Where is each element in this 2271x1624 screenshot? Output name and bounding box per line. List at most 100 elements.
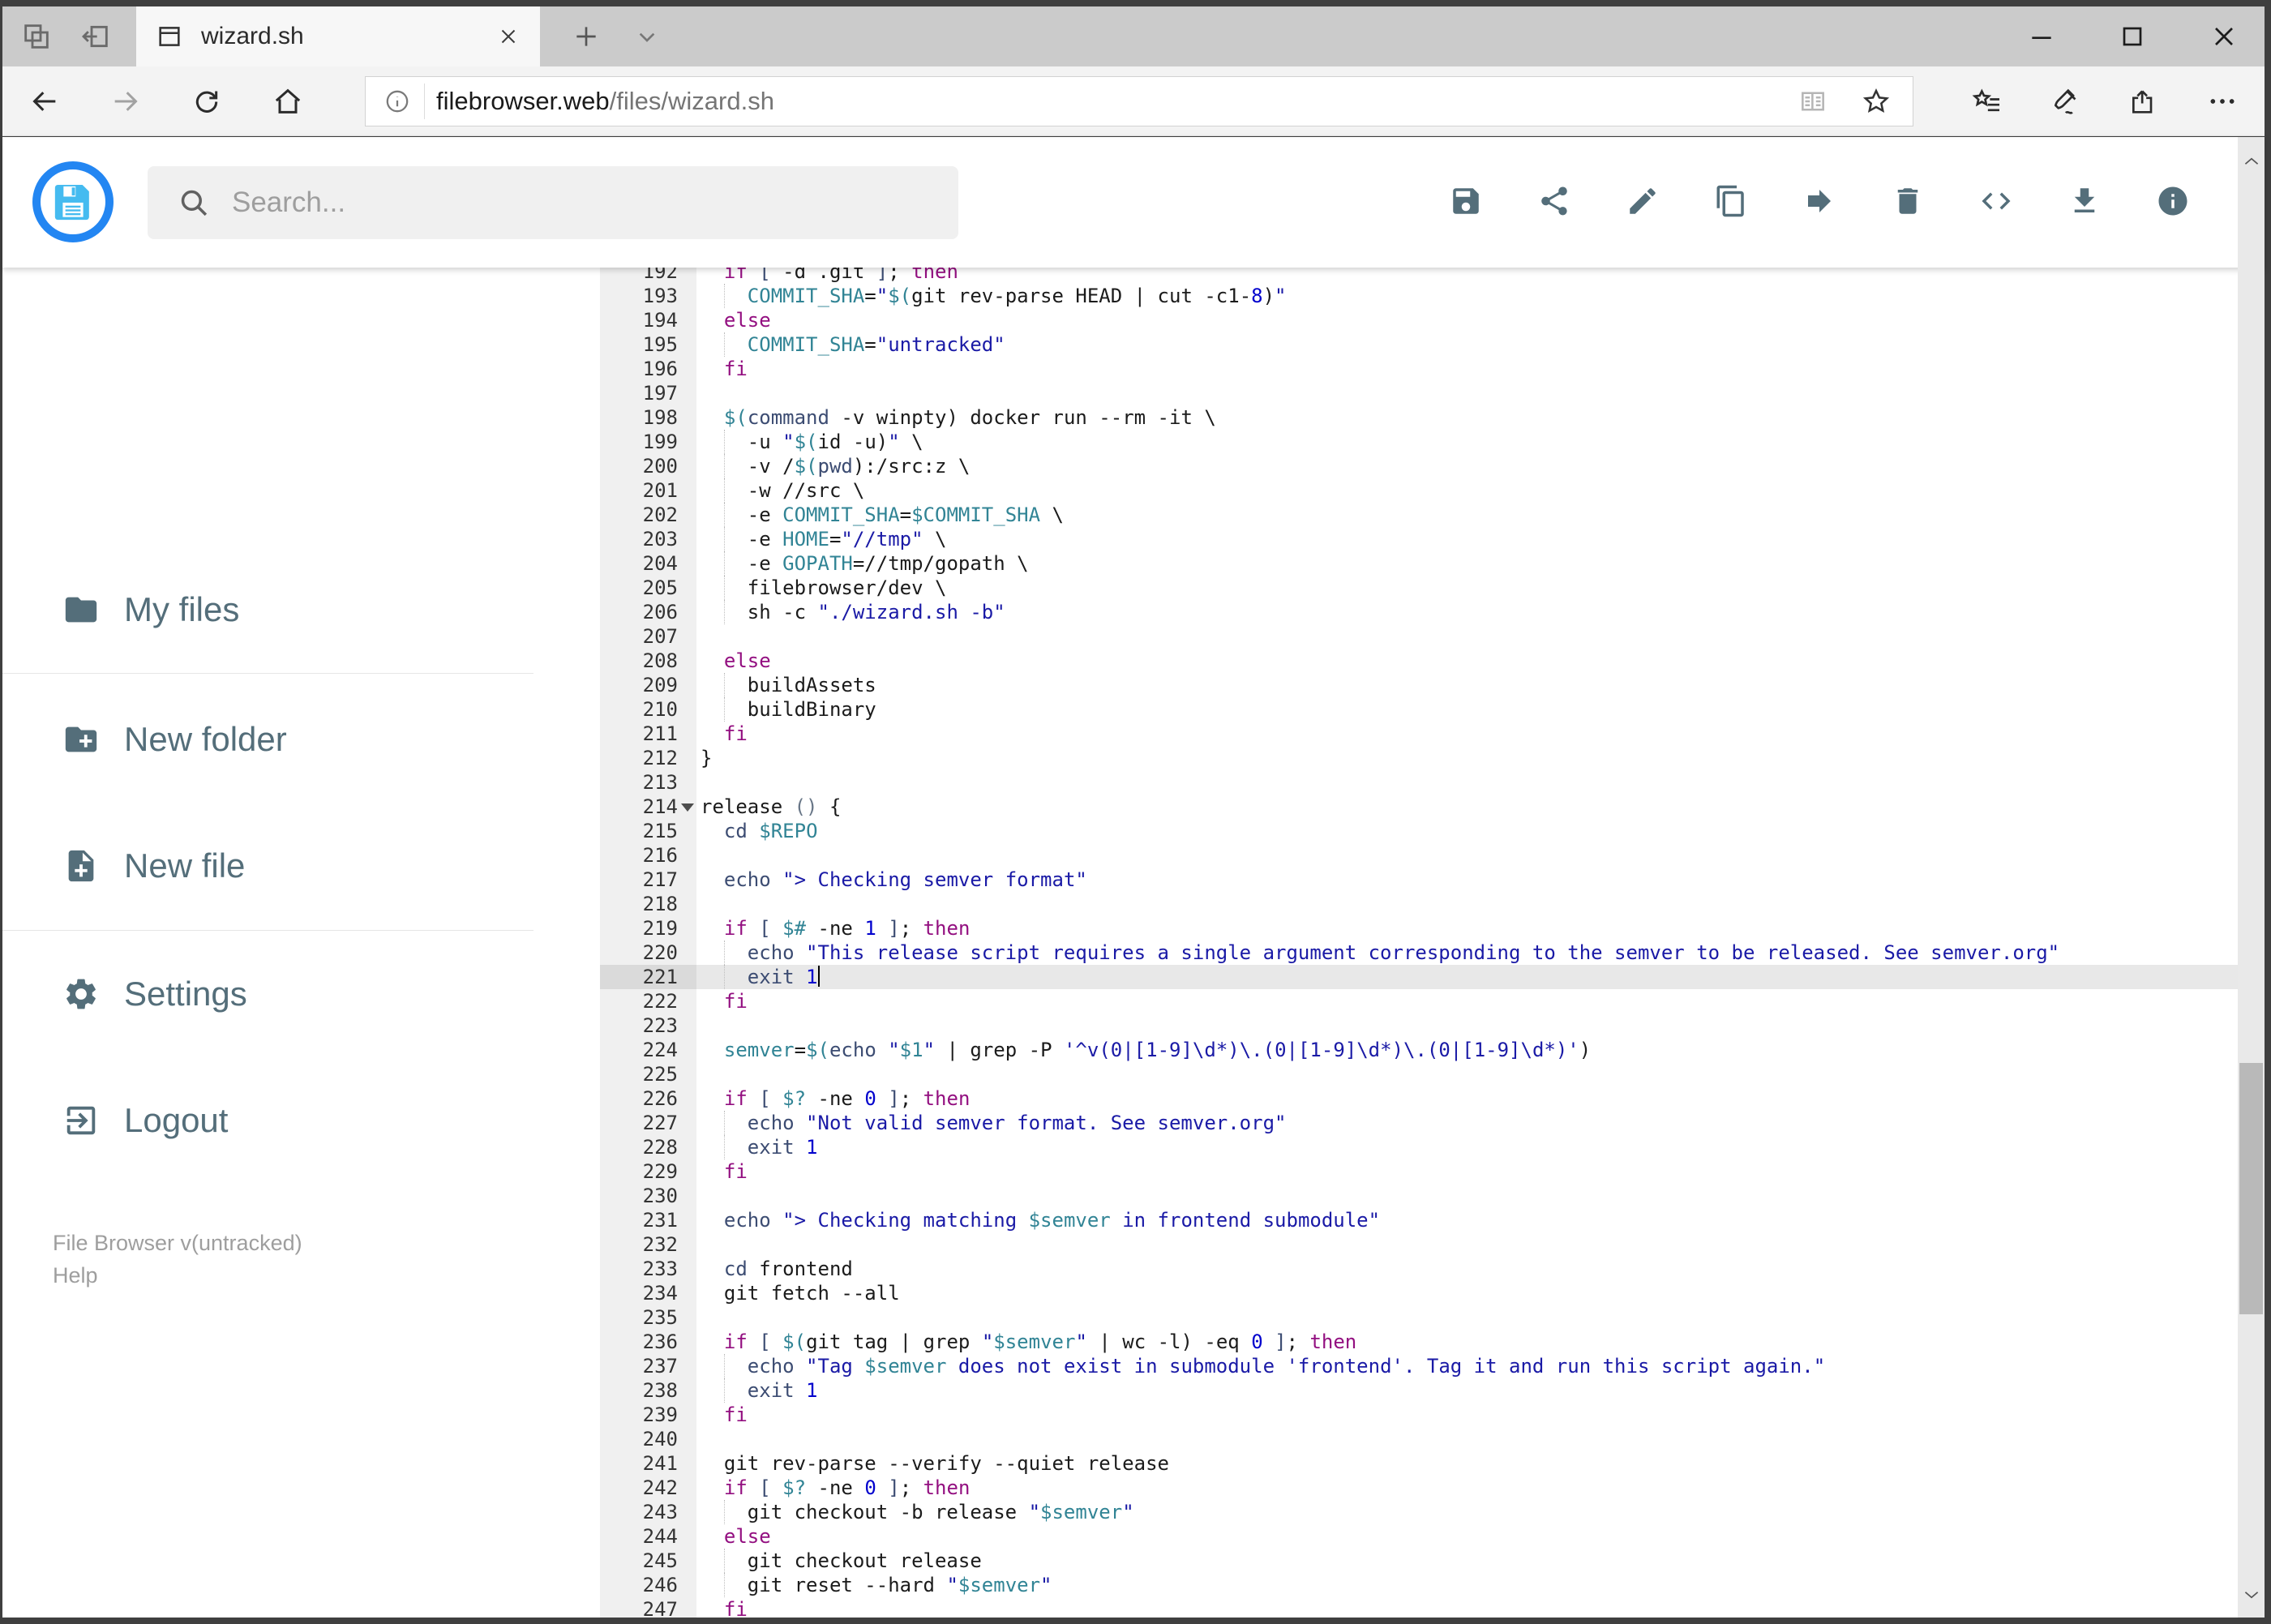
new-tab-icon[interactable]: [570, 20, 602, 53]
line-number[interactable]: 235: [600, 1305, 678, 1330]
sidebar-item-my-files[interactable]: My files: [2, 585, 600, 635]
code-line[interactable]: if [ $(git tag | grep "$semver" | wc -l)…: [696, 1330, 2238, 1354]
code-line[interactable]: git rev-parse --verify --quiet release: [696, 1451, 2238, 1476]
move-icon[interactable]: [1802, 184, 1836, 218]
code-line[interactable]: [696, 892, 2238, 916]
code-line[interactable]: if [ $# -ne 1 ]; then: [696, 916, 2238, 941]
sidebar-item-settings[interactable]: Settings: [2, 969, 600, 1019]
line-number[interactable]: 208: [600, 649, 678, 673]
code-line[interactable]: -u "$(id -u)" \: [696, 430, 2238, 454]
line-number[interactable]: 246: [600, 1573, 678, 1597]
address-bar[interactable]: filebrowser.web /files/wizard.sh: [365, 76, 1913, 126]
line-number[interactable]: 202: [600, 503, 678, 527]
code-line[interactable]: else: [696, 649, 2238, 673]
code-lines[interactable]: if [ -d .git ]; then COMMIT_SHA="$(git r…: [696, 268, 2238, 1618]
code-line[interactable]: [696, 624, 2238, 649]
code-line[interactable]: [696, 770, 2238, 795]
save-icon[interactable]: [1449, 184, 1483, 218]
scrollbar[interactable]: [2238, 137, 2265, 1618]
favorite-star-icon[interactable]: [1861, 86, 1892, 117]
code-line[interactable]: cd frontend: [696, 1257, 2238, 1281]
line-number[interactable]: 239: [600, 1403, 678, 1427]
line-number[interactable]: 228: [600, 1135, 678, 1159]
line-number[interactable]: 218: [600, 892, 678, 916]
code-line[interactable]: fi: [696, 1159, 2238, 1184]
line-number[interactable]: 225: [600, 1062, 678, 1086]
filebrowser-logo[interactable]: [32, 161, 114, 242]
line-number[interactable]: 226: [600, 1086, 678, 1111]
line-number[interactable]: 221: [600, 965, 696, 989]
line-number[interactable]: 222: [600, 989, 678, 1013]
maximize-icon[interactable]: [2116, 20, 2149, 53]
code-line[interactable]: fi: [696, 357, 2238, 381]
code-line[interactable]: [696, 1062, 2238, 1086]
site-info-icon[interactable]: [383, 88, 411, 115]
code-line[interactable]: -v /$(pwd):/src:z \: [696, 454, 2238, 478]
line-number[interactable]: 229: [600, 1159, 678, 1184]
tab-dropdown-icon[interactable]: [631, 20, 663, 53]
sidebar-item-new-folder[interactable]: New folder: [2, 714, 600, 765]
line-number[interactable]: 198: [600, 405, 678, 430]
download-icon[interactable]: [2067, 184, 2102, 218]
search-input[interactable]: Search...: [148, 166, 958, 239]
line-number[interactable]: 224: [600, 1038, 678, 1062]
share-page-icon[interactable]: [2127, 85, 2159, 118]
code-line[interactable]: [696, 1232, 2238, 1257]
code-line[interactable]: buildAssets: [696, 673, 2238, 697]
line-number[interactable]: 247: [600, 1597, 678, 1618]
code-line[interactable]: echo "> Checking matching $semver in fro…: [696, 1208, 2238, 1232]
code-line[interactable]: semver=$(echo "$1" | grep -P '^v(0|[1-9]…: [696, 1038, 2238, 1062]
line-number[interactable]: 192: [600, 268, 678, 284]
code-line[interactable]: -e COMMIT_SHA=$COMMIT_SHA \: [696, 503, 2238, 527]
line-number[interactable]: 223: [600, 1013, 678, 1038]
more-options-icon[interactable]: [2206, 85, 2239, 118]
forward-icon[interactable]: [109, 85, 142, 118]
line-number[interactable]: 236: [600, 1330, 678, 1354]
copy-icon[interactable]: [1714, 184, 1748, 218]
code-line[interactable]: git checkout release: [696, 1549, 2238, 1573]
code-line[interactable]: [696, 1427, 2238, 1451]
line-number[interactable]: 245: [600, 1549, 678, 1573]
code-line[interactable]: release () {: [696, 795, 2238, 819]
code-line[interactable]: filebrowser/dev \: [696, 576, 2238, 600]
info-icon[interactable]: [2156, 184, 2190, 218]
sidebar-item-new-file[interactable]: New file: [2, 841, 600, 891]
line-number[interactable]: 231: [600, 1208, 678, 1232]
code-line[interactable]: fi: [696, 1597, 2238, 1618]
share-icon[interactable]: [1537, 184, 1571, 218]
line-number[interactable]: 205: [600, 576, 678, 600]
line-number[interactable]: 244: [600, 1524, 678, 1549]
line-number[interactable]: 214: [600, 795, 694, 819]
code-line[interactable]: cd $REPO: [696, 819, 2238, 843]
annotate-pen-icon[interactable]: [2049, 85, 2081, 118]
code-line[interactable]: echo "Tag $semver does not exist in subm…: [696, 1354, 2238, 1378]
line-number[interactable]: 243: [600, 1500, 678, 1524]
line-number[interactable]: 201: [600, 478, 678, 503]
code-line[interactable]: git checkout -b release "$semver": [696, 1500, 2238, 1524]
line-number[interactable]: 207: [600, 624, 678, 649]
code-line[interactable]: }: [696, 746, 2238, 770]
minimize-icon[interactable]: [2025, 20, 2058, 53]
line-number[interactable]: 196: [600, 357, 678, 381]
code-line[interactable]: [696, 1013, 2238, 1038]
code-line[interactable]: COMMIT_SHA="$(git rev-parse HEAD | cut -…: [696, 284, 2238, 308]
line-number[interactable]: 237: [600, 1354, 678, 1378]
home-icon[interactable]: [272, 85, 304, 118]
set-aside-tabs-icon[interactable]: [79, 20, 112, 53]
code-line[interactable]: exit 1: [696, 965, 2238, 989]
line-number[interactable]: 211: [600, 722, 678, 746]
line-number[interactable]: 195: [600, 332, 678, 357]
line-number[interactable]: 227: [600, 1111, 678, 1135]
line-number[interactable]: 234: [600, 1281, 678, 1305]
refresh-icon[interactable]: [191, 85, 223, 118]
code-line[interactable]: else: [696, 1524, 2238, 1549]
code-line[interactable]: else: [696, 308, 2238, 332]
code-line[interactable]: -w //src \: [696, 478, 2238, 503]
code-line[interactable]: -e HOME="//tmp" \: [696, 527, 2238, 551]
line-number[interactable]: 194: [600, 308, 678, 332]
code-line[interactable]: [696, 381, 2238, 405]
code-line[interactable]: if [ $? -ne 0 ]; then: [696, 1086, 2238, 1111]
code-icon[interactable]: [1979, 184, 2013, 218]
code-line[interactable]: git reset --hard "$semver": [696, 1573, 2238, 1597]
edit-icon[interactable]: [1626, 184, 1660, 218]
